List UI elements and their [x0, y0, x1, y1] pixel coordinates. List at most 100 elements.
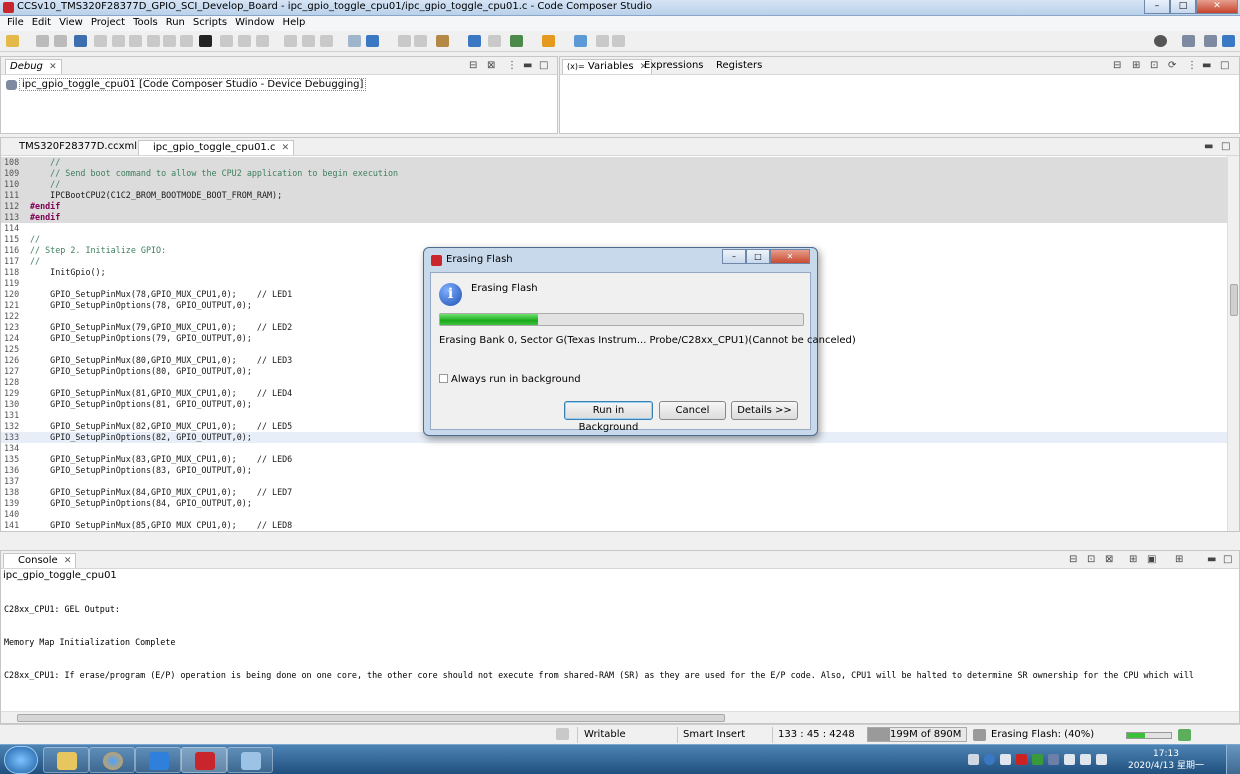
run-in-background-button[interactable]: Run in Background	[564, 401, 653, 433]
volume-icon[interactable]	[1080, 754, 1091, 765]
tab-registers[interactable]: Registers	[712, 59, 766, 74]
maximize-button[interactable]: □	[1170, 0, 1196, 14]
back-icon[interactable]	[596, 35, 609, 47]
refresh-view-icon[interactable]: ⟳	[1168, 60, 1176, 71]
tray-icon[interactable]	[1016, 754, 1027, 765]
minimize-view-icon[interactable]: ▬	[523, 60, 532, 71]
always-background-checkbox[interactable]: Always run in background	[439, 374, 581, 385]
debug-session-item[interactable]: ipc_gpio_toggle_cpu01 [Code Composer Stu…	[19, 78, 367, 91]
minimize-view-icon[interactable]: ▬	[1202, 60, 1211, 71]
select-all-icon[interactable]: ⊡	[1150, 60, 1158, 71]
menu-edit[interactable]: Edit	[28, 16, 55, 31]
debug-icon[interactable]	[366, 35, 379, 47]
tray-icon[interactable]	[1032, 754, 1043, 765]
dialog-maximize-button[interactable]: □	[746, 249, 770, 264]
start-button[interactable]	[4, 746, 38, 774]
maximize-view-icon[interactable]: □	[1221, 141, 1230, 152]
taskbar-paint[interactable]	[227, 747, 273, 773]
new-watch-icon[interactable]: ⊞	[1132, 60, 1140, 71]
close-icon[interactable]: ✕	[49, 62, 57, 72]
skip-icon[interactable]	[414, 35, 427, 47]
terminate-icon[interactable]	[129, 35, 142, 47]
refresh-icon[interactable]	[398, 35, 411, 47]
menu-run[interactable]: Run	[162, 16, 189, 31]
minimize-button[interactable]: –	[1144, 0, 1170, 14]
code-line[interactable]: 113 #endif	[1, 212, 1227, 223]
forward-icon[interactable]	[612, 35, 625, 47]
job-status[interactable]: Erasing Flash: (40%)	[991, 729, 1094, 740]
heap-status[interactable]: 199M of 890M	[867, 727, 967, 742]
menu-view[interactable]: View	[55, 16, 87, 31]
taskbar-explorer[interactable]	[43, 747, 89, 773]
save-icon[interactable]	[36, 35, 49, 47]
tab-variables[interactable]: (x)= Variables ✕	[562, 59, 653, 74]
tab-expressions[interactable]: Expressions	[640, 59, 708, 74]
step-return-icon[interactable]	[180, 35, 193, 47]
code-line[interactable]: 134	[1, 443, 1227, 454]
code-line[interactable]: 111 IPCBootCPU2(C1C2_BROM_BOOTMODE_BOOT_…	[1, 190, 1227, 201]
details-button[interactable]: Details >>	[731, 401, 798, 420]
code-line[interactable]: 110 //	[1, 179, 1227, 190]
load-program-icon[interactable]	[256, 35, 269, 47]
word-wrap-icon[interactable]: ⊠	[1105, 554, 1113, 565]
pin-console-icon[interactable]: ⊞	[1129, 554, 1137, 565]
show-desktop-button[interactable]	[1226, 745, 1240, 774]
open-console-icon[interactable]: ⊞	[1175, 554, 1183, 565]
open-perspective-icon[interactable]	[574, 35, 587, 47]
code-line[interactable]: 112 #endif	[1, 201, 1227, 212]
maximize-view-icon[interactable]: □	[539, 60, 548, 71]
instruction-step-icon[interactable]	[302, 35, 315, 47]
help-icon[interactable]	[984, 754, 995, 765]
code-line[interactable]: 139 GPIO_SetupPinOptions(84, GPIO_OUTPUT…	[1, 498, 1227, 509]
ime-icon[interactable]	[1096, 754, 1107, 765]
code-line[interactable]: 137	[1, 476, 1227, 487]
code-line[interactable]: 115 //	[1, 234, 1227, 245]
view-menu-icon[interactable]: ⋮	[1187, 60, 1197, 71]
editor-vertical-scrollbar[interactable]	[1227, 156, 1239, 531]
tab-source-file[interactable]: ipc_gpio_toggle_cpu01.c ✕	[138, 140, 295, 155]
ccs-edit-perspective-icon[interactable]	[1204, 35, 1217, 47]
taskbar-ccs[interactable]	[181, 747, 227, 773]
search-icon[interactable]	[468, 35, 481, 47]
scroll-thumb[interactable]	[1230, 284, 1238, 316]
scroll-thumb[interactable]	[17, 714, 725, 722]
connect-icon[interactable]	[320, 35, 333, 47]
memory-browser-icon[interactable]	[199, 35, 212, 47]
trash-icon[interactable]	[973, 729, 986, 741]
code-line[interactable]: 114	[1, 223, 1227, 234]
menu-file[interactable]: File	[3, 16, 28, 31]
dialog-minimize-button[interactable]: –	[722, 249, 746, 264]
menu-scripts[interactable]: Scripts	[189, 16, 231, 31]
tray-icon[interactable]	[1048, 754, 1059, 765]
minimize-view-icon[interactable]: ▬	[1204, 141, 1213, 152]
tab-ccxml[interactable]: TMS320F28377D.ccxml	[5, 140, 141, 155]
maximize-view-icon[interactable]: □	[1223, 554, 1232, 565]
tray-icon[interactable]	[968, 754, 979, 765]
code-line[interactable]: 140	[1, 509, 1227, 520]
display-console-icon[interactable]: ▣	[1147, 554, 1156, 565]
console-horizontal-scrollbar[interactable]	[1, 711, 1239, 723]
collapse-icon[interactable]: ⊟	[469, 60, 477, 71]
cancel-button[interactable]: Cancel	[659, 401, 726, 420]
ccs-debug-perspective-icon[interactable]	[1222, 35, 1235, 47]
assembly-step-icon[interactable]	[284, 35, 297, 47]
dialog-close-button[interactable]: ✕	[770, 249, 810, 264]
open-console-icon[interactable]	[488, 35, 501, 47]
close-icon[interactable]: ✕	[282, 143, 290, 153]
code-line[interactable]: 136 GPIO_SetupPinOptions(83, GPIO_OUTPUT…	[1, 465, 1227, 476]
menu-tools[interactable]: Tools	[129, 16, 162, 31]
code-line[interactable]: 109 // Send boot command to allow the CP…	[1, 168, 1227, 179]
console-output[interactable]: C28xx_CPU1: GEL Output: Memory Map Initi…	[4, 582, 1227, 703]
view-menu-icon[interactable]: ⋮	[507, 60, 517, 71]
restart-icon[interactable]	[238, 35, 251, 47]
menu-help[interactable]: Help	[279, 16, 310, 31]
step-over-icon[interactable]	[163, 35, 176, 47]
code-line[interactable]: 138 GPIO_SetupPinMux(84,GPIO_MUX_CPU1,0)…	[1, 487, 1227, 498]
clock[interactable]: 17:13 2020/4/13 星期一	[1128, 748, 1204, 772]
collapse-all-icon[interactable]: ⊟	[1113, 60, 1121, 71]
reset-icon[interactable]	[220, 35, 233, 47]
new-icon[interactable]	[6, 35, 19, 47]
tab-console[interactable]: Console ✕	[3, 553, 77, 568]
maximize-view-icon[interactable]: □	[1220, 60, 1229, 71]
perspective-icon[interactable]	[1182, 35, 1195, 47]
